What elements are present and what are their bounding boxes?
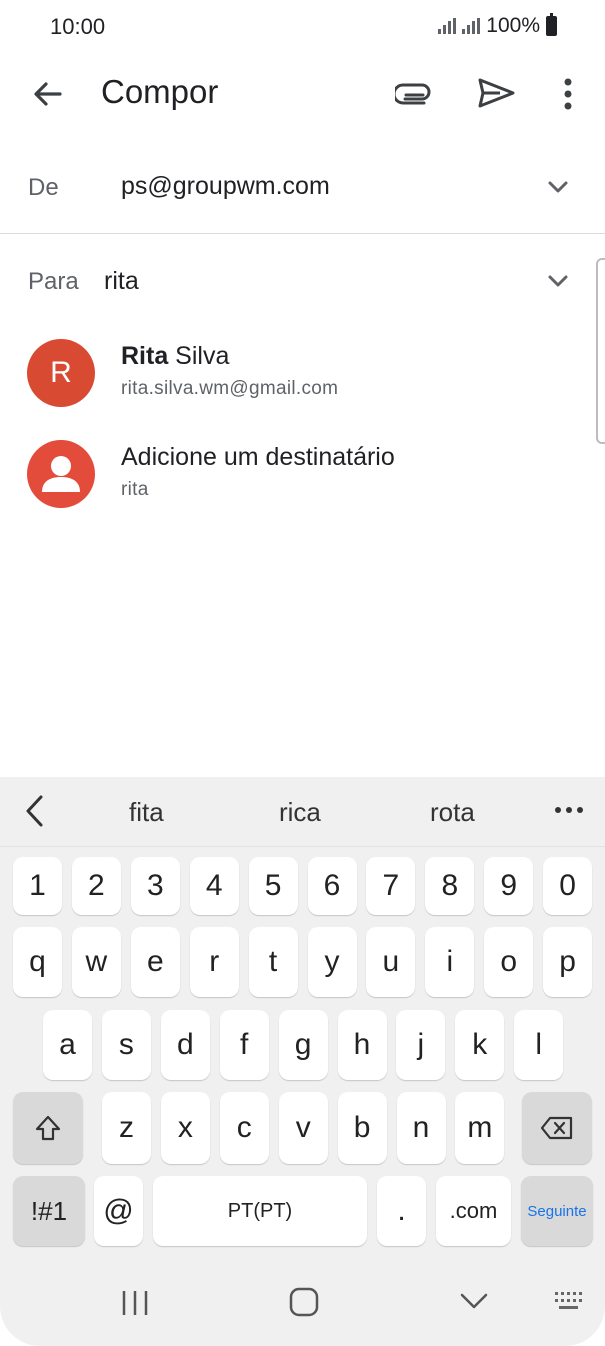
key-u[interactable]: u	[366, 927, 416, 997]
key-a[interactable]: a	[43, 1010, 92, 1080]
key-6[interactable]: 6	[307, 857, 357, 915]
signal-icon	[438, 18, 457, 34]
symbols-key[interactable]: !#1	[13, 1176, 85, 1246]
space-key[interactable]: PT(PT)	[153, 1176, 367, 1246]
to-input[interactable]: rita	[104, 267, 139, 296]
battery-percent: 100%	[486, 14, 540, 37]
status-bar: 10:00 100%	[0, 0, 605, 56]
key-b[interactable]: b	[337, 1092, 387, 1164]
key-8[interactable]: 8	[425, 857, 475, 915]
next-action-key[interactable]: Seguinte	[521, 1176, 593, 1246]
dot-key[interactable]: .	[377, 1176, 426, 1246]
key-z[interactable]: z	[102, 1092, 151, 1164]
from-label: De	[28, 174, 59, 201]
to-label: Para	[28, 268, 79, 295]
home-icon[interactable]	[288, 1285, 320, 1319]
avatar: R	[27, 339, 95, 407]
key-i[interactable]: i	[425, 927, 475, 997]
page-title: Compor	[101, 73, 219, 110]
from-value[interactable]: ps@groupwm.com	[121, 172, 330, 201]
at-key[interactable]: @	[94, 1176, 143, 1246]
key-p[interactable]: p	[543, 927, 593, 997]
keyboard-icon[interactable]	[553, 1289, 587, 1313]
key-q[interactable]: q	[13, 927, 62, 997]
contact-name-rest: Silva	[168, 342, 230, 370]
recent-apps-icon[interactable]	[120, 1287, 150, 1321]
com-key[interactable]: .com	[436, 1176, 511, 1246]
status-indicators: 100%	[438, 13, 557, 38]
send-icon[interactable]	[474, 73, 518, 113]
key-g[interactable]: g	[278, 1010, 328, 1080]
key-9[interactable]: 9	[484, 857, 534, 915]
shift-icon	[35, 1115, 61, 1141]
key-v[interactable]: v	[278, 1092, 328, 1164]
key-7[interactable]: 7	[366, 857, 416, 915]
key-k[interactable]: k	[455, 1010, 505, 1080]
add-recipient-label: Adicione um destinatário	[121, 443, 395, 471]
key-4[interactable]: 4	[189, 857, 239, 915]
key-j[interactable]: j	[396, 1010, 446, 1080]
contact-name: Rita Silva	[121, 342, 229, 371]
contact-name-bold: Rita	[121, 342, 169, 370]
key-o[interactable]: o	[484, 927, 534, 997]
key-1[interactable]: 1	[13, 857, 62, 915]
avatar-letter: R	[50, 356, 72, 389]
key-e[interactable]: e	[130, 927, 180, 997]
navigation-bar	[0, 1267, 605, 1345]
key-r[interactable]: r	[189, 927, 239, 997]
key-m[interactable]: m	[455, 1092, 505, 1164]
chevron-down-icon[interactable]	[458, 1289, 490, 1313]
paperclip-icon[interactable]	[395, 74, 439, 114]
arrow-back-icon[interactable]	[28, 74, 68, 114]
key-c[interactable]: c	[219, 1092, 269, 1164]
avatar	[27, 440, 95, 508]
key-f[interactable]: f	[219, 1010, 269, 1080]
key-l[interactable]: l	[514, 1010, 564, 1080]
key-2[interactable]: 2	[71, 857, 121, 915]
keyboard: fita rica rota 1234567890qwertyuiopasdfg…	[0, 777, 605, 1346]
app-bar: Compor	[0, 56, 605, 130]
more-vertical-icon[interactable]	[552, 72, 584, 116]
keyboard-keys: 1 2 3 4 5 6 7 8 9 0 q w e r t y u i o p a s d f g h j k l z x c v b n m !#1 @…	[0, 777, 605, 1346]
key-5[interactable]: 5	[248, 857, 298, 915]
scrollbar[interactable]	[596, 258, 605, 444]
key-n[interactable]: n	[396, 1092, 446, 1164]
battery-icon	[546, 13, 557, 36]
key-x[interactable]: x	[160, 1092, 210, 1164]
key-w[interactable]: w	[71, 927, 121, 997]
key-3[interactable]: 3	[130, 857, 180, 915]
key-0[interactable]: 0	[543, 857, 593, 915]
signal-icon	[462, 18, 481, 34]
backspace-key[interactable]	[522, 1092, 592, 1164]
chevron-down-icon[interactable]	[543, 172, 573, 202]
add-recipient-query: rita	[121, 479, 149, 500]
key-h[interactable]: h	[337, 1010, 387, 1080]
shift-key[interactable]	[13, 1092, 83, 1164]
from-field[interactable]: De ps@groupwm.com	[0, 140, 605, 234]
person-icon	[42, 456, 80, 492]
key-s[interactable]: s	[101, 1010, 151, 1080]
chevron-down-icon[interactable]	[543, 266, 573, 296]
status-time: 10:00	[50, 14, 106, 39]
backspace-icon	[540, 1116, 573, 1140]
to-field[interactable]: Para rita	[0, 234, 605, 330]
contact-email: rita.silva.wm@gmail.com	[121, 378, 339, 399]
key-y[interactable]: y	[307, 927, 357, 997]
add-recipient-suggestion[interactable]: Adicione um destinatário rita	[0, 435, 590, 535]
key-t[interactable]: t	[248, 927, 298, 997]
recipient-suggestion[interactable]: R Rita Silva rita.silva.wm@gmail.com	[0, 334, 590, 434]
key-d[interactable]: d	[160, 1010, 210, 1080]
